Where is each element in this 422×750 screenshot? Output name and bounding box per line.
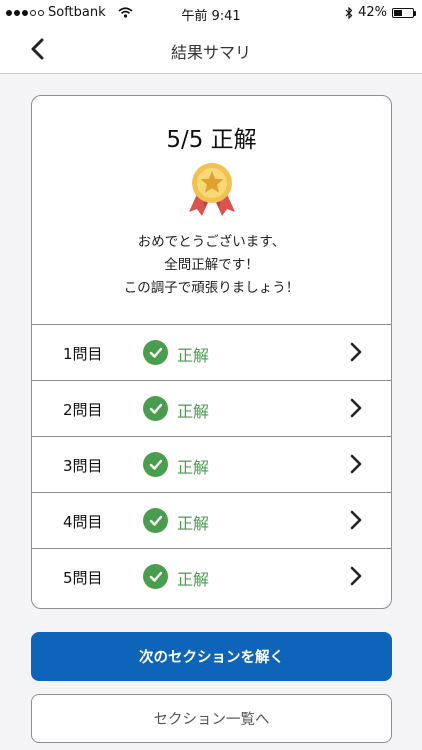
question-result: 正解	[177, 458, 210, 477]
question-row-5[interactable]: 5問目 正解	[32, 548, 391, 604]
question-row-1[interactable]: 1問目 正解	[32, 324, 391, 380]
question-label: 2問目	[63, 401, 103, 419]
question-result-list: 1問目 正解 2問目 正解 3問目 正解 4問目 正解 5問目 正解	[32, 324, 391, 604]
bluetooth-icon	[345, 6, 353, 19]
result-summary-card: 5/5 正解 おめでとうございます、 全問正解です！ この調子で頑張りましょう！…	[31, 95, 392, 609]
question-row-4[interactable]: 4問目 正解	[32, 492, 391, 548]
check-circle-icon	[143, 340, 168, 365]
message-line: この調子で頑張りましょう！	[123, 280, 300, 296]
next-section-button[interactable]: 次のセクションを解く	[31, 632, 392, 681]
score-heading: 5/5 正解	[166, 127, 257, 153]
question-result: 正解	[177, 346, 210, 365]
check-circle-icon	[143, 508, 168, 533]
question-label: 4問目	[63, 513, 103, 531]
status-bar: Softbank 午前 9:41 42%	[0, 0, 422, 26]
congratulation-message: おめでとうございます、 全問正解です！ この調子で頑張りましょう！	[32, 231, 391, 300]
chevron-right-icon	[350, 454, 362, 474]
battery-percent: 42%	[358, 5, 387, 20]
section-list-button[interactable]: セクション一覧へ	[31, 694, 392, 743]
question-label: 3問目	[63, 457, 103, 475]
chevron-right-icon	[350, 510, 362, 530]
question-result: 正解	[177, 402, 210, 421]
question-label: 1問目	[63, 345, 103, 363]
question-label: 5問目	[63, 569, 103, 587]
question-result: 正解	[177, 570, 210, 589]
question-row-3[interactable]: 3問目 正解	[32, 436, 391, 492]
check-circle-icon	[143, 564, 168, 589]
chevron-right-icon	[350, 342, 362, 362]
question-row-2[interactable]: 2問目 正解	[32, 380, 391, 436]
medal-star-icon	[189, 163, 235, 216]
check-circle-icon	[143, 452, 168, 477]
battery-icon	[392, 7, 416, 18]
page-title: 結果サマリ	[170, 43, 251, 62]
question-result: 正解	[177, 514, 210, 533]
message-line: おめでとうございます、	[137, 234, 286, 250]
navigation-bar: 結果サマリ	[0, 26, 422, 74]
message-line: 全問正解です！	[164, 257, 259, 273]
battery-level	[394, 9, 402, 16]
chevron-right-icon	[350, 566, 362, 586]
battery-info: 42%	[345, 5, 416, 20]
chevron-right-icon	[350, 398, 362, 418]
check-circle-icon	[143, 396, 168, 421]
